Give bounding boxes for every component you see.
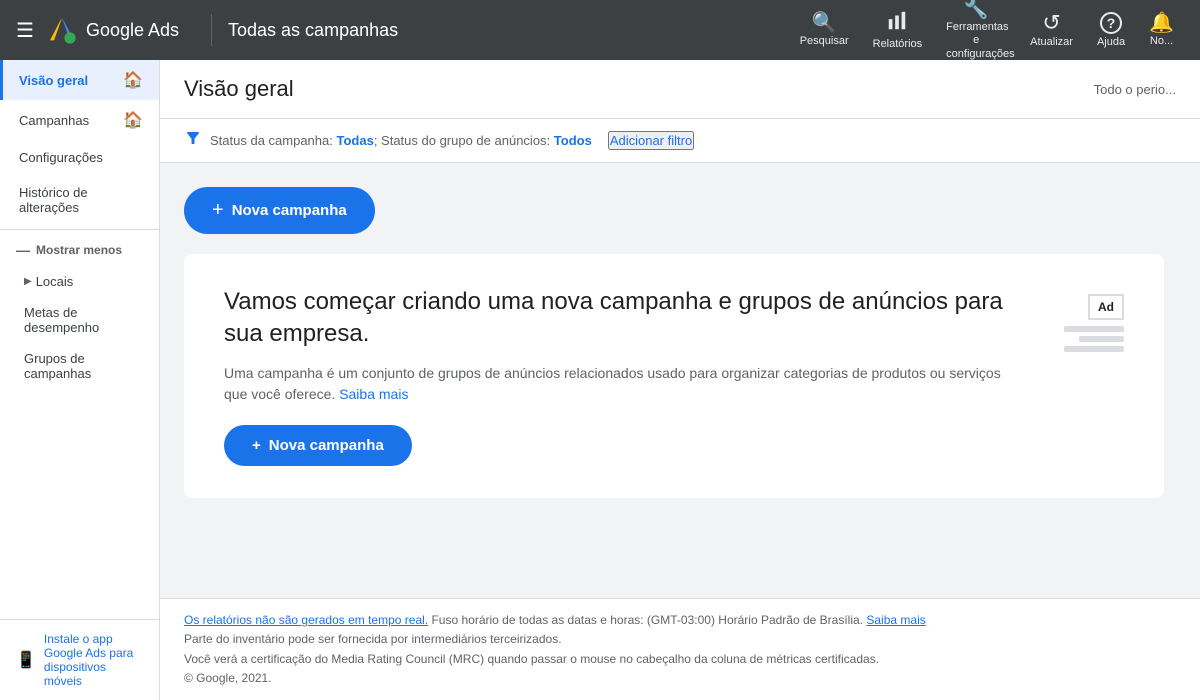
sidebar-footer-text: Instale o app Google Ads para dispositiv… — [44, 632, 143, 688]
sidebar-item-visao-geral-label: Visão geral — [19, 73, 88, 88]
sidebar-item-configuracoes-label: Configurações — [19, 150, 103, 165]
search-label: Pesquisar — [800, 35, 849, 47]
ad-label: Ad — [1088, 294, 1124, 320]
content-footer: Os relatórios não são gerados em tempo r… — [160, 598, 1200, 700]
period-selector[interactable]: Todo o perio... — [1094, 82, 1176, 97]
logo-area: Google Ads — [46, 14, 179, 46]
help-icon: ? — [1100, 12, 1122, 34]
ad-line-short — [1079, 336, 1124, 342]
hamburger-menu-icon[interactable]: ☰ — [16, 18, 34, 43]
nav-divider — [211, 14, 212, 46]
footer-copyright: © Google, 2021. — [184, 669, 1176, 688]
google-ads-logo-icon — [46, 14, 78, 46]
page-title: Visão geral — [184, 76, 294, 102]
notifications-label: No... — [1150, 35, 1173, 47]
tools-action-btn[interactable]: 🔧 Ferramentas e configurações — [936, 0, 1016, 67]
filter-status-label: Status da campanha: Todas; Status do gru… — [210, 133, 592, 148]
filter-icon — [184, 129, 202, 152]
sidebar-item-visao-geral[interactable]: Visão geral 🏠 — [0, 60, 159, 100]
sidebar-item-grupos[interactable]: Grupos de campanhas — [0, 343, 159, 389]
footer-report-note: Os relatórios não são gerados em tempo r… — [184, 611, 1176, 630]
report-note-link[interactable]: Os relatórios não são gerados em tempo r… — [184, 613, 428, 627]
tools-icon: 🔧 — [964, 0, 989, 19]
search-action-btn[interactable]: 🔍 Pesquisar — [790, 7, 859, 53]
footer-mrc-note: Você verá a certificação do Media Rating… — [184, 650, 1176, 669]
reports-icon — [886, 10, 908, 36]
sidebar: Visão geral 🏠 Campanhas 🏠 Configurações … — [0, 60, 160, 700]
app-name-label: Google Ads — [86, 20, 179, 41]
promo-description: Uma campanha é um conjunto de grupos de … — [224, 363, 1020, 405]
sidebar-item-campanhas[interactable]: Campanhas 🏠 — [0, 100, 159, 140]
promo-card: Vamos começar criando uma nova campanha … — [184, 254, 1164, 498]
notifications-action-btn[interactable]: 🔔 No... — [1139, 7, 1184, 53]
main-content: + Nova campanha Vamos começar criando um… — [160, 163, 1200, 598]
top-navigation: ☰ Google Ads Todas as campanhas 🔍 Pesqui… — [0, 0, 1200, 60]
home-icon: 🏠 — [123, 70, 143, 90]
add-filter-button[interactable]: Adicionar filtro — [608, 131, 694, 150]
chevron-icon: ▶ — [24, 276, 32, 287]
search-icon: 🔍 — [812, 13, 837, 33]
sidebar-divider — [0, 229, 159, 230]
sidebar-item-grupos-label: Grupos de campanhas — [24, 351, 143, 381]
footer-inventory-note: Parte do inventário pode ser fornecida p… — [184, 630, 1176, 649]
footer-learn-more-link[interactable]: Saiba mais — [866, 613, 925, 627]
help-action-btn[interactable]: ? Ajuda — [1087, 6, 1135, 54]
dash-icon: — — [16, 242, 30, 258]
new-campaign-label-card: Nova campanha — [269, 437, 384, 454]
sidebar-section-header-label: Mostrar menos — [36, 243, 122, 257]
ad-line-long — [1064, 326, 1124, 332]
refresh-icon: ↺ — [1042, 12, 1060, 34]
sidebar-footer-app-install[interactable]: 📱 Instale o app Google Ads para disposit… — [0, 619, 159, 700]
content-area: Visão geral Todo o perio... Status da ca… — [160, 60, 1200, 700]
sidebar-item-locais[interactable]: ▶ Locais — [0, 266, 159, 297]
tools-label: Ferramentas e configurações — [946, 21, 1006, 61]
footer-timezone: Fuso horário de todas as datas e horas: … — [431, 613, 863, 627]
reports-label: Relatórios — [873, 38, 923, 50]
sidebar-section-toggle[interactable]: — Mostrar menos — [0, 234, 159, 266]
promo-card-text: Vamos começar criando uma nova campanha … — [224, 286, 1020, 466]
new-campaign-label-top: Nova campanha — [232, 202, 347, 219]
help-label: Ajuda — [1097, 36, 1125, 48]
new-campaign-button-card[interactable]: + Nova campanha — [224, 425, 412, 466]
filter-bar: Status da campanha: Todas; Status do gru… — [160, 119, 1200, 163]
top-nav-actions: 🔍 Pesquisar Relatórios 🔧 Ferramentas e c… — [790, 0, 1184, 67]
ad-illustration: Ad — [1044, 286, 1124, 356]
refresh-label: Atualizar — [1030, 36, 1073, 48]
refresh-action-btn[interactable]: ↺ Atualizar — [1020, 6, 1083, 54]
ad-line-long-2 — [1064, 346, 1124, 352]
reports-action-btn[interactable]: Relatórios — [863, 4, 933, 56]
sidebar-item-configuracoes[interactable]: Configurações — [0, 140, 159, 175]
main-layout: Visão geral 🏠 Campanhas 🏠 Configurações … — [0, 60, 1200, 700]
notifications-icon: 🔔 — [1149, 13, 1174, 33]
sidebar-item-historico-label: Histórico de alterações — [19, 185, 143, 215]
sidebar-item-metas[interactable]: Metas de desempenho — [0, 297, 159, 343]
sidebar-item-campanhas-label: Campanhas — [19, 113, 89, 128]
sidebar-item-historico[interactable]: Histórico de alterações — [0, 175, 159, 225]
phone-icon: 📱 — [16, 650, 36, 670]
learn-more-link[interactable]: Saiba mais — [339, 386, 408, 402]
new-campaign-button-top[interactable]: + Nova campanha — [184, 187, 375, 234]
promo-headline: Vamos começar criando uma nova campanha … — [224, 286, 1020, 351]
top-nav-page-title: Todas as campanhas — [228, 20, 790, 41]
content-header: Visão geral Todo o perio... — [160, 60, 1200, 119]
sidebar-item-locais-label: Locais — [36, 274, 74, 289]
plus-icon-top: + — [212, 199, 224, 222]
sidebar-item-metas-label: Metas de desempenho — [24, 305, 143, 335]
plus-icon-card: + — [252, 437, 261, 454]
campaigns-icon: 🏠 — [123, 110, 143, 130]
